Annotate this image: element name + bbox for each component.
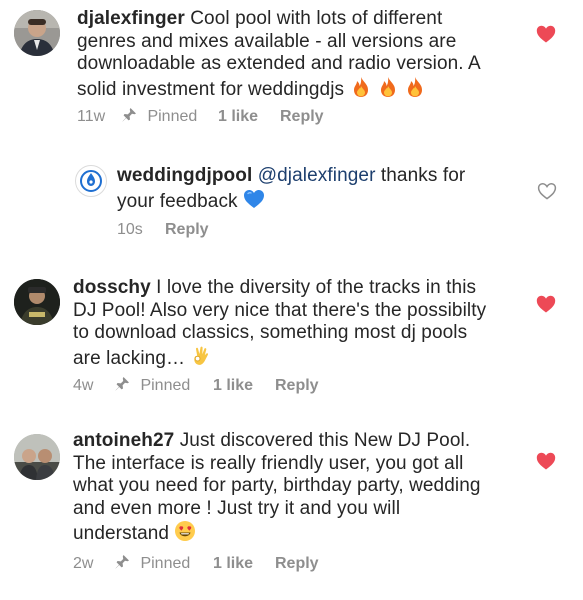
blue-heart-emoji-icon xyxy=(243,189,265,212)
ok-hand-emoji-icon xyxy=(190,346,212,369)
avatar-photo-icon xyxy=(14,10,60,56)
comment-line: I love the diversity of the tracks in th… xyxy=(150,277,477,298)
pin-icon xyxy=(115,555,129,569)
comment-item: djalexfinger Cool pool with lots of diff… xyxy=(0,0,583,140)
reply-button[interactable]: Reply xyxy=(165,220,209,240)
comment-line: DJ Pool! Also very nice that there's the… xyxy=(73,299,487,321)
pin-icon xyxy=(115,377,129,391)
comment-username[interactable]: antoineh27 xyxy=(73,430,174,451)
comment-meta: 4w Pinned 1 like Reply xyxy=(73,376,373,396)
comment-line: thanks for xyxy=(375,165,466,186)
pinned-label: Pinned xyxy=(140,555,191,572)
comment-username[interactable]: weddingdjpool xyxy=(117,165,252,186)
avatar[interactable] xyxy=(14,434,60,480)
comment-text: djalexfinger Cool pool with lots of diff… xyxy=(77,8,497,101)
comment-line: downloadable as extended and radio versi… xyxy=(77,53,481,74)
comment-time: 10s xyxy=(117,221,143,238)
pinned-label: Pinned xyxy=(140,377,191,394)
comment-line: and even more ! Just try it and you will xyxy=(73,497,401,519)
fire-emoji-icon xyxy=(350,76,372,100)
heart-outline-icon[interactable] xyxy=(537,182,557,200)
avatar-photo-icon xyxy=(14,434,60,480)
pin-button[interactable]: Pinned xyxy=(121,107,197,127)
comment-line: Just discovered this New DJ Pool. xyxy=(174,430,471,451)
fire-emoji-icon xyxy=(399,76,426,100)
comment-time: 4w xyxy=(73,377,94,394)
comment-line: solid investment for weddingdjs xyxy=(77,78,350,100)
avatar-photo-icon xyxy=(14,279,60,325)
heart-filled-icon[interactable] xyxy=(536,295,556,313)
comment-line: to download classics, something most dj … xyxy=(73,322,468,343)
comment-username[interactable]: djalexfinger xyxy=(77,8,185,29)
mention-link[interactable]: @djalexfinger xyxy=(258,165,376,186)
reply-button[interactable]: Reply xyxy=(280,107,324,127)
reply-comment-item: weddingdjpool @djalexfinger thanks for y… xyxy=(0,150,583,260)
heart-filled-icon[interactable] xyxy=(536,25,556,43)
heart-eyes-emoji-icon xyxy=(174,521,196,544)
comment-meta: 2w Pinned 1 like Reply xyxy=(73,554,373,574)
comment-text: dosschy I love the diversity of the trac… xyxy=(73,277,513,370)
heart-filled-icon[interactable] xyxy=(536,452,556,470)
likes-count-link[interactable]: 1 like xyxy=(213,376,253,396)
pin-icon xyxy=(122,108,136,122)
comment-time: 11w xyxy=(77,108,106,125)
pin-button[interactable]: Pinned xyxy=(114,554,190,574)
likes-count-link[interactable]: 1 like xyxy=(213,554,253,574)
avatar[interactable] xyxy=(14,279,60,325)
likes-count-link[interactable]: 1 like xyxy=(218,107,258,127)
comment-text: weddingdjpool @djalexfinger thanks for y… xyxy=(117,165,517,213)
comment-line: understand xyxy=(73,523,175,544)
comment-item: antoineh27 Just discovered this New DJ P… xyxy=(0,420,583,600)
comment-line: are lacking… xyxy=(73,347,191,369)
fire-emoji-icon xyxy=(372,76,399,100)
comment-item: dosschy I love the diversity of the trac… xyxy=(0,270,583,410)
weddingdjpool-logo-icon xyxy=(80,170,102,192)
reply-button[interactable]: Reply xyxy=(275,376,319,396)
comment-line: genres and mixes available - all version… xyxy=(77,30,457,52)
comment-text: antoineh27 Just discovered this New DJ P… xyxy=(73,430,513,546)
comment-meta: 10s Reply xyxy=(117,220,317,240)
comment-line: what you need for party, birthday party,… xyxy=(73,475,481,496)
reply-button[interactable]: Reply xyxy=(275,554,319,574)
comment-line: Cool pool with lots of different xyxy=(184,8,443,29)
comment-username[interactable]: dosschy xyxy=(73,277,151,298)
comment-line: The interface is really friendly user, y… xyxy=(73,452,464,474)
comment-meta: 11w Pinned 1 like Reply xyxy=(77,107,377,127)
pinned-label: Pinned xyxy=(147,108,198,125)
comment-time: 2w xyxy=(73,555,94,572)
avatar[interactable] xyxy=(75,165,107,197)
avatar[interactable] xyxy=(14,10,60,56)
pin-button[interactable]: Pinned xyxy=(114,376,190,396)
comment-line: your feedback xyxy=(117,190,244,212)
